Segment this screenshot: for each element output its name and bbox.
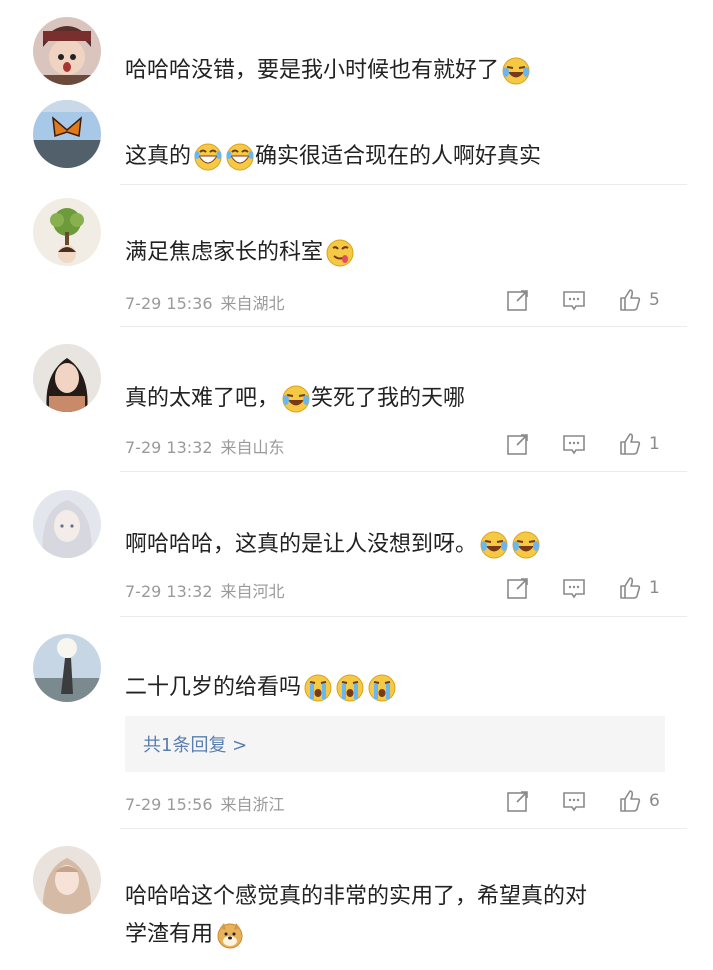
- avatar[interactable]: [33, 17, 101, 85]
- share-icon: [505, 788, 531, 814]
- crying-emoji-icon: [335, 673, 365, 703]
- comment-button[interactable]: [561, 431, 587, 457]
- comment-icon: [561, 287, 587, 313]
- comment-body: 确实很适合现在的人啊好真实: [255, 144, 542, 169]
- grin-emoji-icon: [193, 142, 223, 172]
- like-button[interactable]: 5: [617, 287, 660, 313]
- comment-actions: 6: [505, 788, 675, 814]
- comment-actions: 1: [505, 431, 675, 457]
- comment-actions: 1: [505, 575, 675, 601]
- like-count: 1: [649, 434, 660, 454]
- like-icon: [617, 575, 643, 601]
- share-button[interactable]: [505, 431, 531, 457]
- comment-icon: [561, 575, 587, 601]
- like-icon: [617, 788, 643, 814]
- comment-text: 啊哈哈哈，这真的是让人没想到呀。: [125, 526, 675, 564]
- comment-body: 二十几岁的给看吗: [125, 675, 302, 700]
- comment-text: 这真的 确实很适合现在的人啊好真实: [125, 138, 675, 176]
- comment-body: 哈哈哈没错，要是我小时候也有就好了: [125, 58, 500, 83]
- share-icon: [505, 575, 531, 601]
- comment-text: 二十几岁的给看吗: [125, 669, 675, 707]
- avatar[interactable]: [33, 100, 101, 168]
- comment-item: 二十几岁的给看吗 共1条回复 > 7-29 15:56 来自浙江 6: [0, 620, 713, 830]
- divider: [120, 326, 687, 327]
- comment-button[interactable]: [561, 287, 587, 313]
- like-count: 6: [649, 791, 660, 811]
- comment-button[interactable]: [561, 788, 587, 814]
- comment-item: 真的太难了吧， 笑死了我的天哪 7-29 13:32 来自山东 1: [0, 330, 713, 475]
- avatar[interactable]: [33, 634, 101, 702]
- comment-meta: 7-29 15:56 来自浙江: [125, 791, 285, 815]
- comment-location: 来自山东: [220, 438, 285, 457]
- avatar[interactable]: [33, 198, 101, 266]
- comment-body: 真的太难了吧，: [125, 386, 280, 411]
- comment-date: 7-29 15:56: [125, 795, 213, 814]
- comment-date: 7-29 15:36: [125, 294, 213, 313]
- comment-meta: 7-29 13:32 来自山东: [125, 434, 285, 458]
- comment-meta: 7-29 13:32 来自河北: [125, 578, 285, 602]
- avatar[interactable]: [33, 846, 101, 914]
- yum-emoji-icon: [325, 238, 355, 268]
- divider: [120, 616, 687, 617]
- comment-icon: [561, 431, 587, 457]
- divider: [120, 184, 687, 185]
- doge-emoji-icon: [215, 920, 245, 950]
- comment-date: 7-29 13:32: [125, 438, 213, 457]
- reply-summary-box[interactable]: 共1条回复 >: [125, 716, 665, 772]
- comment-body: 哈哈哈这个感觉真的非常的实用了，希望真的对: [125, 884, 588, 909]
- laugh-cry-emoji-icon: [501, 56, 531, 86]
- like-count: 1: [649, 578, 660, 598]
- share-icon: [505, 431, 531, 457]
- comment-item: 这真的 确实很适合现在的人啊好真实: [0, 100, 713, 190]
- comment-location: 来自湖北: [220, 294, 285, 313]
- divider: [120, 471, 687, 472]
- divider: [120, 828, 687, 829]
- comment-item: 哈哈哈这个感觉真的非常的实用了，希望真的对 学渣有用: [0, 832, 713, 970]
- comment-icon: [561, 788, 587, 814]
- like-button[interactable]: 1: [617, 575, 660, 601]
- like-button[interactable]: 1: [617, 431, 660, 457]
- comment-body: 啊哈哈哈，这真的是让人没想到呀。: [125, 532, 478, 557]
- avatar[interactable]: [33, 344, 101, 412]
- laugh-cry-emoji-icon: [281, 384, 311, 414]
- avatar[interactable]: [33, 490, 101, 558]
- crying-emoji-icon: [367, 673, 397, 703]
- comment-body: 这真的: [125, 144, 192, 169]
- like-icon: [617, 287, 643, 313]
- share-button[interactable]: [505, 575, 531, 601]
- grin-emoji-icon: [225, 142, 255, 172]
- comment-text: 哈哈哈这个感觉真的非常的实用了，希望真的对 学渣有用: [125, 878, 675, 954]
- comment-text: 真的太难了吧， 笑死了我的天哪: [125, 380, 675, 418]
- like-count: 5: [649, 290, 660, 310]
- comment-item: 啊哈哈哈，这真的是让人没想到呀。 7-29 13:32 来自河北 1: [0, 476, 713, 621]
- comment-location: 来自浙江: [220, 795, 285, 814]
- comment-item: 满足焦虑家长的科室 7-29 15:36 来自湖北 5: [0, 190, 713, 330]
- comment-item: 哈哈哈没错，要是我小时候也有就好了: [0, 0, 713, 100]
- comment-date: 7-29 13:32: [125, 582, 213, 601]
- laugh-cry-emoji-icon: [511, 530, 541, 560]
- comment-button[interactable]: [561, 575, 587, 601]
- comment-meta: 7-29 15:36 来自湖北: [125, 290, 285, 314]
- comment-actions: 5: [505, 287, 675, 313]
- share-button[interactable]: [505, 788, 531, 814]
- like-button[interactable]: 6: [617, 788, 660, 814]
- comment-text: 哈哈哈没错，要是我小时候也有就好了: [125, 52, 675, 90]
- share-button[interactable]: [505, 287, 531, 313]
- share-icon: [505, 287, 531, 313]
- comment-text: 满足焦虑家长的科室: [125, 234, 675, 272]
- like-icon: [617, 431, 643, 457]
- comment-body: 学渣有用: [125, 922, 214, 947]
- comment-body: 满足焦虑家长的科室: [125, 240, 324, 265]
- comment-location: 来自河北: [220, 582, 285, 601]
- crying-emoji-icon: [303, 673, 333, 703]
- comment-body: 笑死了我的天哪: [311, 386, 466, 411]
- view-replies-link[interactable]: 共1条回复 >: [143, 731, 247, 757]
- laugh-cry-emoji-icon: [479, 530, 509, 560]
